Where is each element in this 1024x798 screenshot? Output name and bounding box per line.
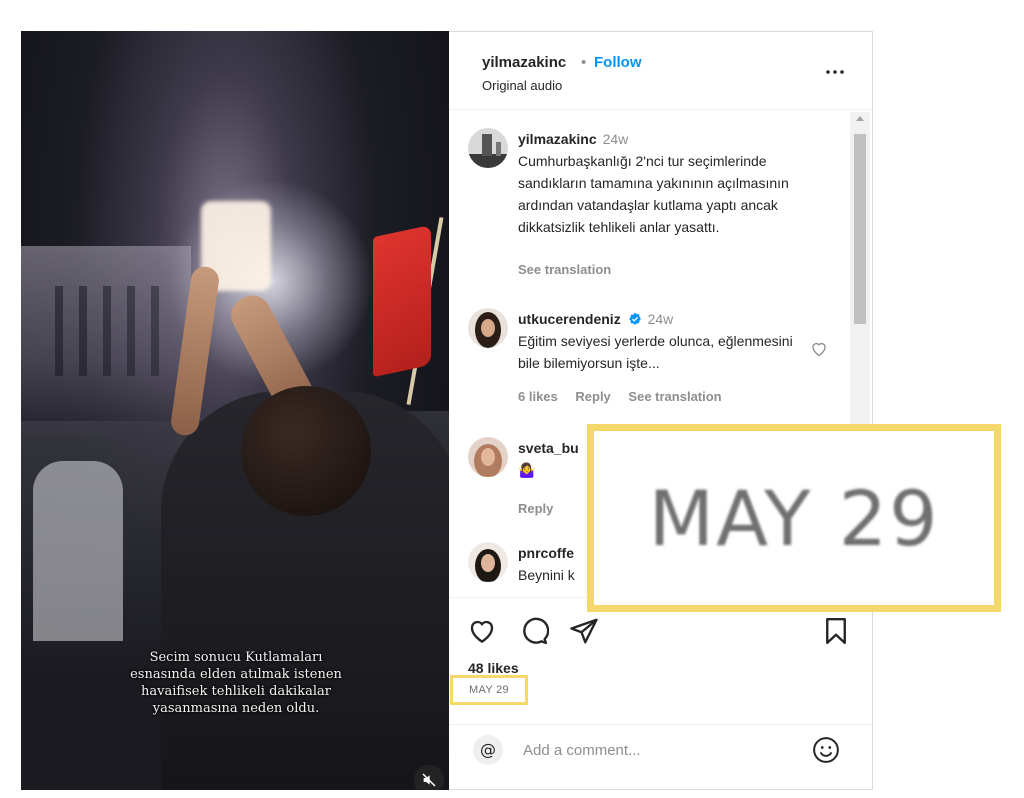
caption-line: havaifisek tehlikeli dakikalar	[141, 684, 331, 699]
verified-badge-icon	[628, 312, 641, 325]
scrollbar-thumb[interactable]	[854, 134, 866, 324]
add-comment-bar: @	[449, 724, 872, 790]
mention-at-icon[interactable]: @	[471, 733, 505, 767]
see-translation-link[interactable]: See translation	[518, 262, 611, 277]
heart-icon[interactable]	[467, 616, 497, 646]
avatar[interactable]	[468, 542, 508, 582]
caption-line: yasanmasına neden oldu.	[152, 701, 320, 716]
comment-icon[interactable]	[519, 616, 549, 646]
reel-video[interactable]: Secim sonucu Kutlamaları esnasında elden…	[21, 31, 449, 790]
post-author-username[interactable]: yilmazakinc	[482, 54, 566, 71]
avatar[interactable]	[468, 437, 508, 477]
caption-line: esnasında elden atılmak istenen	[130, 667, 342, 682]
reply-button[interactable]: Reply	[575, 389, 610, 404]
video-background-building	[21, 246, 191, 436]
comment-username[interactable]: yilmazakinc	[518, 131, 597, 147]
comment-body: yilmazakinc 24w Cumhurbaşkanlığı 2'nci tu…	[518, 128, 808, 238]
follow-button[interactable]: Follow	[594, 54, 642, 71]
send-icon[interactable]	[569, 616, 599, 646]
comment-likes[interactable]: 6 likes	[518, 389, 558, 404]
comment-body: utkucerendeniz 24w Eğitim seviyesi yerle…	[518, 308, 808, 374]
comment-like-heart-icon[interactable]	[810, 340, 828, 358]
svg-text:@: @	[480, 740, 496, 759]
post-details-panel: yilmazakinc • Follow Original audio yilm…	[449, 31, 873, 790]
comment-meta: See translation	[518, 262, 625, 277]
date-zoom-callout: MAY 29	[587, 424, 1001, 612]
likes-count[interactable]: 48 likes	[468, 660, 519, 676]
reply-button[interactable]: Reply	[518, 501, 553, 516]
caption-line: Secim sonucu Kutlamaları	[149, 650, 323, 665]
post-actions: 48 likes MAY 29	[449, 597, 872, 707]
post-date[interactable]: MAY 29	[450, 675, 528, 705]
emoji-icon[interactable]	[811, 735, 841, 765]
avatar[interactable]	[468, 128, 508, 168]
comment-text: Cumhurbaşkanlığı 2'nci tur seçimlerinde …	[518, 153, 789, 235]
comment-meta: Reply	[518, 501, 567, 516]
avatar[interactable]	[468, 308, 508, 348]
header-separator: •	[581, 54, 587, 71]
comment-text: Eğitim seviyesi yerlerde olunca, eğlenme…	[518, 333, 793, 371]
original-audio-link[interactable]: Original audio	[482, 78, 562, 93]
comment-time[interactable]: 24w	[603, 131, 629, 147]
more-options-icon[interactable]	[823, 60, 847, 84]
comment-username[interactable]: utkucerendeniz	[518, 311, 621, 327]
comment-username[interactable]: pnrcoffe	[518, 545, 574, 561]
comment-username[interactable]: sveta_bu	[518, 440, 579, 456]
comment-meta: 6 likes Reply See translation	[518, 389, 736, 404]
scroll-up-arrow-icon[interactable]	[856, 116, 864, 121]
bookmark-icon[interactable]	[821, 616, 851, 646]
see-translation-link[interactable]: See translation	[628, 389, 721, 404]
zoomed-date-text: MAY 29	[648, 473, 940, 563]
speaker-muted-icon	[422, 773, 436, 787]
video-person-head	[241, 386, 371, 516]
add-comment-input[interactable]	[523, 735, 803, 765]
comment-time[interactable]: 24w	[648, 311, 674, 327]
video-turkish-flag	[373, 224, 431, 378]
mute-button[interactable]	[414, 765, 444, 790]
video-caption: Secim sonucu Kutlamaları esnasında elden…	[61, 649, 411, 717]
post-header: yilmazakinc • Follow Original audio	[449, 32, 872, 110]
